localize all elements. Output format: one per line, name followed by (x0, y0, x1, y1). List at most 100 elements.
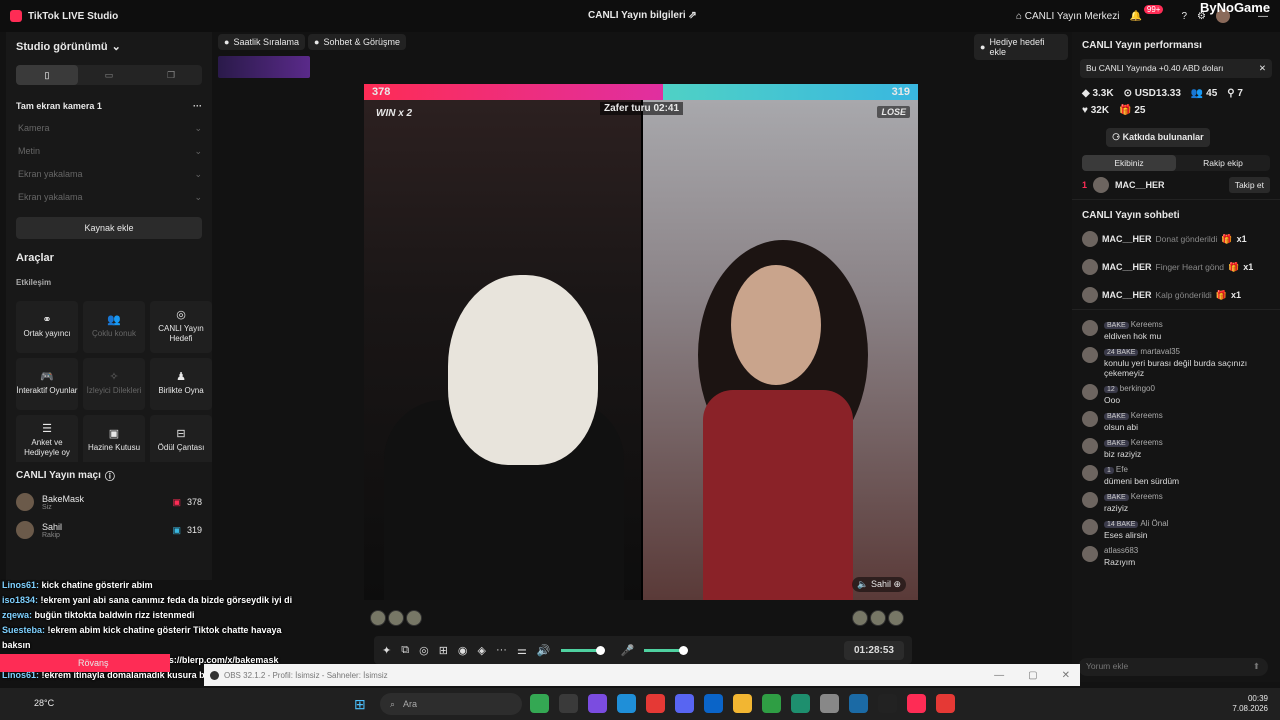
windows-start-icon[interactable]: ⊞ (354, 696, 366, 713)
more-icon[interactable]: ··· (496, 644, 507, 656)
taskbar-app-icon[interactable] (878, 694, 897, 713)
source-item-camera[interactable]: Kamera ⌄ (16, 123, 202, 134)
comment-input[interactable]: Yorum ekle ⬆ (1078, 658, 1268, 676)
microphone-icon[interactable]: 🎤 (621, 644, 635, 657)
obs-window-titlebar[interactable]: OBS 32.1.2 - Profil: İsimsiz - Sahneler:… (204, 664, 1080, 686)
taskbar-app-icon[interactable] (791, 694, 810, 713)
user-badge: BAKE (1104, 322, 1129, 329)
notification-bell-icon[interactable]: 🔔 (1129, 11, 1141, 22)
rematch-bar[interactable]: Rövanş (0, 654, 170, 672)
source-item-screen-capture[interactable]: Ekran yakalama ⌄ (16, 169, 202, 180)
taskbar-app-icon[interactable] (559, 694, 578, 713)
likes-value: 32K (1090, 105, 1110, 116)
taskbar-app-icon[interactable] (617, 694, 636, 713)
taskbar-app-icon[interactable] (820, 694, 839, 713)
live-info-link[interactable]: CANLI Yayın bilgileri ⇗ (588, 10, 697, 21)
lightbulb-icon: ● (980, 42, 986, 52)
layered-view-icon[interactable]: ❐ (140, 65, 202, 85)
speaker-icon[interactable]: 🔈 (857, 579, 871, 589)
info-icon[interactable]: ⓘ (105, 468, 115, 483)
supporter-avatar[interactable] (852, 610, 868, 626)
contributors-button[interactable]: ⚆ Katkıda bulunanlar (1106, 128, 1210, 147)
taskbar-search[interactable]: ⌕ Ara (380, 693, 522, 715)
taskbar-app-icon[interactable] (733, 694, 752, 713)
gift-icon: 🎁 (1215, 289, 1227, 300)
tab-rival-team[interactable]: Rakip ekip (1176, 155, 1270, 171)
gift-message: MAC__HER Donat gönderildi 🎁 x1 (1072, 225, 1280, 253)
tool-group[interactable]: 👥 Çoklu konuk (83, 301, 145, 353)
chat-call-pill[interactable]: ● Sohbet & Görüşme (308, 34, 406, 50)
gift-desc: Kalp gönderildi (1155, 290, 1212, 300)
source-item-screen-capture-2[interactable]: Ekran yakalama ⌄ (16, 192, 202, 203)
tool-play-together[interactable]: ♟ Birlikte Oyna (150, 358, 212, 410)
tool-treasure[interactable]: ▣ Hazine Kutusu (83, 415, 145, 467)
supporter-avatar[interactable] (406, 610, 422, 626)
send-icon[interactable]: ⬆ (1253, 661, 1260, 672)
tool-gamepad[interactable]: 🎮 İnteraktif Oyunlar (16, 358, 78, 410)
volume-icon[interactable]: 🔊 (537, 644, 551, 657)
taskbar-app-icon[interactable] (530, 694, 549, 713)
ai-icon[interactable]: ◎ (419, 644, 429, 657)
camera-switch-icon[interactable]: ◈ (478, 644, 486, 657)
studio-view-dropdown[interactable]: Studio görünümü ⌄ (16, 40, 202, 54)
volume-slider[interactable] (560, 645, 605, 655)
player-name: Sahil (42, 521, 63, 532)
taskbar-app-icon[interactable] (907, 694, 926, 713)
opponent-name-tag[interactable]: 🔈 Sahil ⊕ (852, 577, 906, 592)
add-source-button[interactable]: Kaynak ekle (16, 217, 202, 239)
portrait-view-icon[interactable]: ▯ (16, 65, 78, 85)
chat-message: 14 BAKE Ali Önal Eses alirsin (1082, 519, 1270, 540)
supporter-avatar[interactable] (370, 610, 386, 626)
record-icon[interactable]: ◉ (458, 644, 468, 657)
mixer-icon[interactable]: ⚌ (517, 644, 527, 657)
close-icon[interactable]: ✕ (1259, 63, 1266, 74)
landscape-view-icon[interactable]: ▭ (78, 65, 140, 85)
taskbar-app-icon[interactable] (588, 694, 607, 713)
system-clock[interactable]: 00:39 7.08.2026 (1232, 694, 1268, 714)
supporter-avatar[interactable] (888, 610, 904, 626)
mic-slider[interactable] (644, 645, 689, 655)
rank-username: MAC__HER (1115, 180, 1165, 190)
camera-scene-header[interactable]: Tam ekran kamera 1 ··· (16, 101, 202, 111)
taskbar-app-icon[interactable] (675, 694, 694, 713)
tiktok-logo-icon (10, 10, 22, 22)
tool-poll[interactable]: ☰ Anket ve Hediyeyle oy (16, 415, 78, 467)
weather-widget[interactable]: 28°C (34, 698, 54, 708)
maximize-icon[interactable]: ▢ (1028, 670, 1037, 681)
avatar (16, 493, 34, 511)
more-options-icon[interactable]: ··· (193, 101, 202, 111)
match-player-row[interactable]: Sahil Rakip ▣ 319 (16, 521, 202, 539)
screen-icon[interactable]: ⧉ (401, 644, 409, 657)
taskbar-app-icon[interactable] (849, 694, 868, 713)
taskbar-app-icon[interactable] (762, 694, 781, 713)
taskbar-app-icon[interactable] (646, 694, 665, 713)
effects-icon[interactable]: ✦ (382, 644, 391, 657)
close-icon[interactable]: ✕ (1062, 670, 1070, 681)
event-banner[interactable] (218, 56, 310, 78)
taskbar-app-icon[interactable] (936, 694, 955, 713)
studio-view-label: Studio görünümü (16, 40, 108, 53)
tool-bag[interactable]: ⊟ Ödül Çantası (150, 415, 212, 467)
view-orientation-toggle: ▯ ▭ ❐ (16, 65, 202, 85)
add-media-icon[interactable]: ⊞ (439, 644, 448, 657)
help-icon[interactable]: ? (1181, 11, 1187, 22)
supporter-avatar[interactable] (388, 610, 404, 626)
minimize-icon[interactable]: — (994, 670, 1004, 681)
tab-your-team[interactable]: Ekibiniz (1082, 155, 1176, 171)
taskbar-app-icon[interactable] (704, 694, 723, 713)
live-center-button[interactable]: ⌂ CANLI Yayın Merkezi (1016, 11, 1120, 22)
hourly-ranking-pill[interactable]: ● Saatlik Sıralama (218, 34, 305, 50)
tool-wish[interactable]: ✧ İzleyici Dilekleri (83, 358, 145, 410)
source-label: Metin (18, 146, 41, 156)
tool-target[interactable]: ◎ CANLI Yayın Hedefi (150, 301, 212, 353)
tool-link[interactable]: ⚭ Ortak yayıncı (16, 301, 78, 353)
supporter-avatar[interactable] (870, 610, 886, 626)
gift-user: MAC__HER (1102, 234, 1152, 244)
player-score: 319 (186, 525, 202, 535)
chat-username: Kereems (1130, 411, 1163, 420)
gift-goal-pill[interactable]: ● Hediye hedefi ekle (974, 34, 1068, 60)
chat-list[interactable]: BAKE Kereems eldiven hok mu 24 BAKE martaval… (1072, 309, 1280, 567)
match-player-row[interactable]: BakeMask Siz ▣ 378 (16, 493, 202, 511)
source-item-text[interactable]: Metin ⌄ (16, 146, 202, 157)
follow-button[interactable]: Takip et (1228, 177, 1270, 193)
